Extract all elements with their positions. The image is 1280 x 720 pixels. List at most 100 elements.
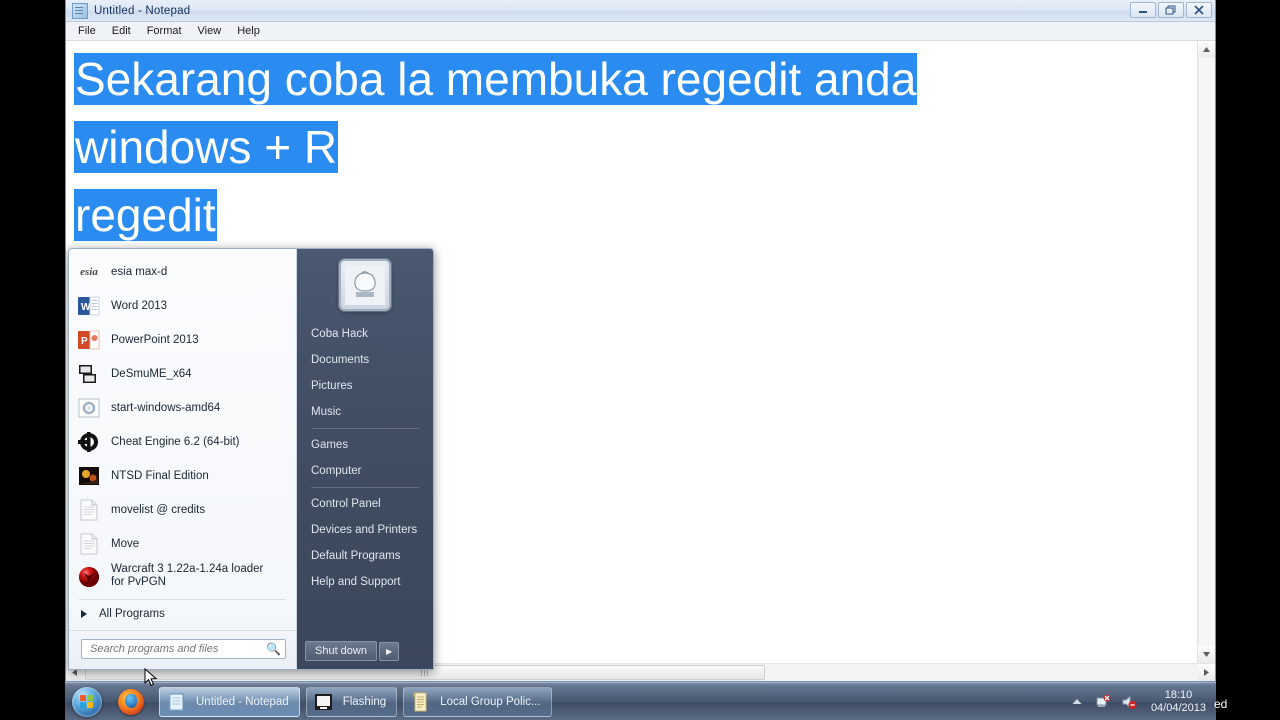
taskbar-firefox-button[interactable] [109, 685, 153, 719]
start-menu-item-move[interactable]: Move [69, 527, 296, 561]
esia-icon: esia [80, 266, 98, 278]
folder-icon [313, 691, 335, 713]
ntsd-icon [77, 464, 101, 488]
horizontal-scroll-track[interactable] [765, 664, 1198, 681]
start-menu-link-default-programs[interactable]: Default Programs [297, 543, 433, 569]
minimize-button[interactable] [1130, 2, 1156, 18]
minimize-icon [1139, 11, 1147, 13]
close-icon [1194, 5, 1204, 15]
taskbar-task-notepad[interactable]: Untitled - Notepad [159, 686, 300, 717]
start-menu-link-music[interactable]: Music [297, 399, 433, 425]
chevron-right-icon [1204, 669, 1209, 676]
taskbar-task-local-group-policy[interactable]: Local Group Polic... [403, 686, 552, 717]
start-menu-item-movelist-credits[interactable]: movelist @ credits [69, 493, 296, 527]
shutdown-button[interactable]: Shut down [305, 641, 377, 661]
start-menu-item-label: Cheat Engine 6.2 (64-bit) [111, 435, 240, 448]
scroll-down-button[interactable] [1198, 646, 1215, 663]
mouse-cursor [144, 668, 158, 687]
start-menu-item-powerpoint-2013[interactable]: P PowerPoint 2013 [69, 323, 296, 357]
cheat-engine-icon [77, 430, 101, 454]
desmume-icon [77, 362, 101, 386]
start-menu-link-computer[interactable]: Computer [297, 458, 433, 484]
chevron-right-icon [81, 610, 87, 618]
start-menu: esia esia max-d W Word 2013 P PowerPoint… [68, 248, 434, 670]
start-menu-item-cheat-engine[interactable]: Cheat Engine 6.2 (64-bit) [69, 425, 296, 459]
clock[interactable]: 18:10 04/04/2013 [1147, 689, 1206, 715]
start-menu-places-panel: Coba Hack Documents Pictures Music Games… [297, 249, 433, 669]
menu-help[interactable]: Help [229, 24, 268, 38]
start-menu-search-area: 🔍 [69, 630, 296, 669]
vertical-scroll-track[interactable] [1198, 58, 1215, 646]
window-title: Untitled - Notepad [94, 4, 191, 17]
chevron-up-icon [1203, 47, 1210, 52]
start-menu-item-word-2013[interactable]: W Word 2013 [69, 289, 296, 323]
start-menu-link-games[interactable]: Games [297, 432, 433, 458]
document-line: regedit [74, 181, 1197, 249]
start-menu-right-separator [311, 428, 419, 429]
chevron-up-icon [1072, 699, 1082, 704]
taskbar: Untitled - Notepad Flashing Local Group … [65, 682, 1216, 720]
network-icon[interactable] [1095, 694, 1111, 710]
notepad-menu-bar: File Edit Format View Help [66, 22, 1215, 41]
start-menu-item-label: esia max-d [111, 265, 168, 278]
clock-time: 18:10 [1164, 688, 1193, 701]
menu-format[interactable]: Format [139, 24, 190, 38]
windows-flag-icon [80, 694, 94, 709]
start-button[interactable] [65, 685, 109, 719]
start-menu-link-help-and-support[interactable]: Help and Support [297, 569, 433, 595]
document-line-text: Sekarang coba la membuka regedit anda [74, 53, 918, 105]
taskbar-task-label: Flashing [342, 695, 387, 708]
system-tray: 18:10 04/04/2013 [1069, 689, 1216, 715]
firefox-icon [118, 688, 144, 715]
start-menu-item-label: Word 2013 [111, 299, 168, 312]
volume-muted-icon[interactable] [1121, 694, 1137, 710]
powerpoint-icon: P [77, 328, 101, 352]
text-file-icon [77, 532, 101, 556]
menu-file[interactable]: File [70, 24, 104, 38]
start-menu-item-desmume[interactable]: DeSmuME_x64 [69, 357, 296, 391]
search-icon: 🔍 [266, 642, 281, 656]
screen-root: Untitled - Notepad File Edit Format View… [0, 0, 1280, 720]
document-line-text: regedit [74, 189, 217, 241]
scroll-right-button[interactable] [1198, 664, 1215, 681]
start-menu-link-documents[interactable]: Documents [297, 347, 433, 373]
start-menu-link-devices-and-printers[interactable]: Devices and Printers [297, 517, 433, 543]
svg-text:P: P [81, 336, 88, 347]
avatar[interactable] [339, 259, 391, 311]
menu-view[interactable]: View [190, 24, 230, 38]
start-menu-item-label: NTSD Final Edition [111, 469, 209, 482]
shutdown-options-button[interactable]: ▶ [378, 641, 400, 661]
scroll-up-button[interactable] [1198, 41, 1215, 58]
show-hidden-icons-button[interactable] [1069, 694, 1085, 710]
start-menu-item-warcraft-loader[interactable]: Warcraft 3 1.22a-1.24a loader for PvPGN [69, 561, 296, 595]
clock-date: 04/04/2013 [1150, 701, 1206, 714]
start-menu-link-control-panel[interactable]: Control Panel [297, 491, 433, 517]
taskbar-task-label: Untitled - Notepad [196, 695, 289, 708]
warcraft-icon [77, 565, 101, 589]
start-menu-programs-panel: esia esia max-d W Word 2013 P PowerPoint… [69, 249, 297, 669]
start-menu-link-pictures[interactable]: Pictures [297, 373, 433, 399]
start-menu-search-box[interactable]: 🔍 [81, 639, 286, 659]
start-menu-item-esia-max-d[interactable]: esia esia max-d [69, 255, 296, 289]
start-menu-item-ntsd-final-edition[interactable]: NTSD Final Edition [69, 459, 296, 493]
menu-edit[interactable]: Edit [104, 24, 139, 38]
shutdown-row: Shut down ▶ [297, 635, 433, 669]
word-icon: W [77, 294, 101, 318]
clipped-overlay-text: ed [1214, 697, 1228, 711]
all-programs-button[interactable]: All Programs [69, 602, 296, 626]
start-menu-link-coba-hack[interactable]: Coba Hack [297, 321, 433, 347]
search-input[interactable] [88, 642, 267, 656]
restore-icon [1165, 5, 1176, 15]
taskbar-task-label: Local Group Polic... [440, 695, 541, 708]
start-menu-item-label: PowerPoint 2013 [111, 333, 199, 346]
notepad-icon [72, 2, 88, 19]
text-file-icon [77, 498, 101, 522]
close-button[interactable] [1186, 2, 1212, 18]
start-menu-item-start-windows-amd64[interactable]: start-windows-amd64 [69, 391, 296, 425]
gear-icon [77, 396, 101, 420]
user-avatar-icon [345, 265, 385, 305]
restore-button[interactable] [1158, 2, 1184, 18]
taskbar-task-flashing[interactable]: Flashing [305, 686, 398, 717]
gpedit-icon [410, 691, 432, 713]
vertical-scrollbar[interactable] [1197, 41, 1215, 663]
